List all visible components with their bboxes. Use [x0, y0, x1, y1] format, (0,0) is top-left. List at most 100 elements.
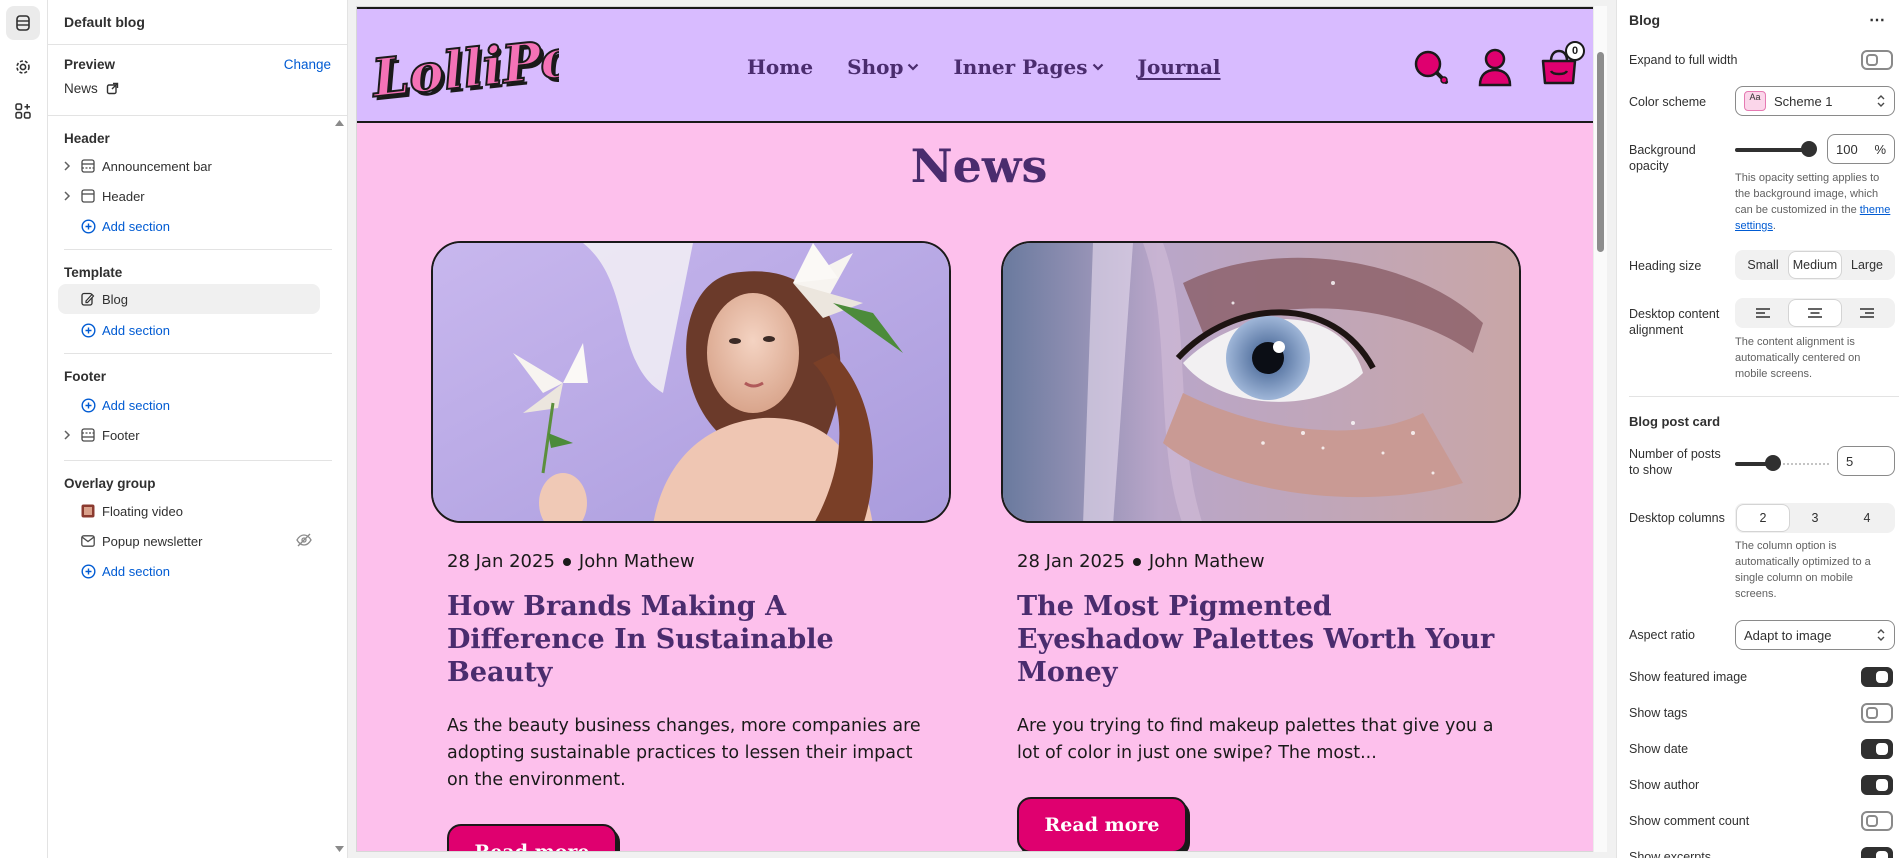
eye-hidden-icon[interactable]: [296, 533, 312, 550]
post-title[interactable]: The Most Pigmented Eyeshadow Palettes Wo…: [1017, 590, 1505, 689]
posts-count-value: 5: [1846, 453, 1854, 469]
nav-home[interactable]: Home: [747, 55, 813, 79]
blog-post-card-title: Blog post card: [1629, 414, 1721, 429]
sections-icon[interactable]: [6, 6, 40, 40]
group-footer-title: Footer: [64, 369, 106, 384]
video-thumbnail-icon: [80, 503, 96, 519]
add-circle-icon: [80, 322, 96, 338]
add-section-footer[interactable]: Add section: [58, 390, 320, 420]
scroll-down-icon[interactable]: [335, 846, 344, 852]
apps-icon[interactable]: [6, 94, 40, 128]
align-left-icon[interactable]: [1737, 300, 1789, 326]
scroll-up-icon[interactable]: [335, 120, 344, 126]
add-section-label: Add section: [102, 397, 170, 413]
chevron-right-icon[interactable]: [60, 159, 74, 173]
background-opacity-input[interactable]: 100 %: [1827, 134, 1895, 164]
toggle-label: Show date: [1629, 742, 1689, 756]
chevron-right-icon[interactable]: [60, 189, 74, 203]
show-featured-image-toggle[interactable]: [1861, 667, 1893, 687]
toggle-label: Show excerpts: [1629, 850, 1711, 858]
posts-count-slider[interactable]: [1735, 453, 1829, 473]
color-scheme-select[interactable]: Aa Scheme 1: [1735, 86, 1895, 116]
heading-size-small[interactable]: Small: [1737, 252, 1789, 278]
heading-size-medium[interactable]: Medium: [1789, 252, 1841, 278]
add-section-header[interactable]: Add section: [58, 211, 320, 241]
columns-3[interactable]: 3: [1789, 505, 1841, 531]
color-scheme-label: Color scheme: [1629, 95, 1707, 109]
heading-size-segmented: Small Medium Large: [1735, 250, 1895, 280]
group-overlay-title: Overlay group: [64, 476, 156, 491]
settings-panel: Blog ⋯ Expand to full width Color scheme…: [1616, 0, 1899, 858]
account-icon[interactable]: [1477, 47, 1513, 87]
cart-count-badge: 0: [1565, 41, 1585, 61]
chevron-down-icon: [908, 63, 919, 71]
search-icon[interactable]: [1411, 47, 1451, 87]
gear-icon[interactable]: [6, 50, 40, 84]
alignment-segmented: [1735, 298, 1895, 328]
external-link-icon[interactable]: [106, 82, 119, 95]
show-comment-count-toggle[interactable]: [1861, 811, 1893, 831]
align-right-icon[interactable]: [1841, 300, 1893, 326]
nav-label: Home: [747, 55, 814, 79]
section-announcement-bar[interactable]: Announcement bar: [58, 151, 320, 181]
add-section-overlay[interactable]: Add section: [58, 556, 320, 586]
show-excerpts-toggle[interactable]: [1861, 847, 1893, 858]
post-excerpt: As the beauty business changes, more com…: [447, 716, 921, 790]
nav-shop[interactable]: Shop: [847, 55, 919, 79]
columns-4[interactable]: 4: [1841, 505, 1893, 531]
slider-thumb[interactable]: [1765, 455, 1781, 471]
aspect-ratio-select[interactable]: Adapt to image: [1735, 620, 1895, 650]
background-opacity-label: Background opacity: [1629, 143, 1696, 173]
add-circle-icon: [80, 563, 96, 579]
group-header-title: Header: [64, 131, 110, 146]
nav-inner-pages[interactable]: Inner Pages: [953, 55, 1103, 79]
lollipop-logo[interactable]: LolliPop LolliPop: [366, 23, 617, 116]
more-options-icon[interactable]: ⋯: [1869, 10, 1885, 30]
section-label: Footer: [102, 427, 140, 443]
storefront-preview: LolliPop LolliPop Home Shop Inner Pages …: [356, 6, 1600, 852]
meta-separator-dot: [1132, 557, 1141, 566]
scrollbar-thumb[interactable]: [1597, 52, 1604, 252]
align-center-icon[interactable]: [1789, 300, 1841, 326]
posts-count-input[interactable]: 5: [1837, 446, 1895, 476]
chevron-down-icon: [1092, 63, 1103, 71]
heading-size-large[interactable]: Large: [1841, 252, 1893, 278]
preview-page[interactable]: News: [64, 81, 119, 96]
section-popup-newsletter[interactable]: Popup newsletter: [58, 526, 320, 556]
preview-scrollbar[interactable]: [1593, 6, 1607, 852]
toggle-label: Show author: [1629, 778, 1700, 792]
background-opacity-slider[interactable]: [1735, 139, 1817, 159]
preview-change-link[interactable]: Change: [284, 57, 331, 72]
section-floating-video[interactable]: Floating video: [58, 496, 320, 526]
post-meta: 28 Jan 2025 John Mathew: [447, 551, 951, 572]
read-more-button[interactable]: Read more: [447, 824, 617, 851]
show-date-toggle[interactable]: [1861, 739, 1893, 759]
nav-journal[interactable]: Journal: [1138, 55, 1221, 79]
slider-thumb[interactable]: [1801, 141, 1817, 157]
alignment-label: Desktop content alignment: [1629, 307, 1720, 337]
color-scheme-value: Scheme 1: [1774, 93, 1833, 109]
background-opacity-help: This opacity setting applies to the back…: [1735, 170, 1893, 234]
expand-full-width-toggle[interactable]: [1861, 50, 1893, 70]
lollipop-logo-mark: LolliPop LolliPop: [366, 23, 617, 114]
show-author-toggle[interactable]: [1861, 775, 1893, 795]
post-featured-image[interactable]: [1001, 241, 1521, 523]
post-featured-image[interactable]: [431, 241, 951, 523]
slider-track: [1735, 148, 1809, 152]
divider: [1629, 396, 1899, 397]
divider: [64, 460, 332, 461]
nav-label: Inner Pages: [953, 55, 1088, 79]
section-footer[interactable]: Footer: [58, 420, 320, 450]
columns-2[interactable]: 2: [1737, 505, 1789, 531]
chevron-right-icon[interactable]: [60, 428, 74, 442]
show-tags-toggle[interactable]: [1861, 703, 1893, 723]
post-author: John Mathew: [578, 551, 695, 572]
nav-label: Shop: [847, 55, 904, 79]
section-blog[interactable]: Blog: [58, 284, 320, 314]
section-label: Announcement bar: [102, 158, 212, 174]
add-section-template[interactable]: Add section: [58, 315, 320, 345]
cart-button[interactable]: 0: [1539, 41, 1585, 92]
read-more-button[interactable]: Read more: [1017, 797, 1187, 851]
section-header[interactable]: Header: [58, 181, 320, 211]
post-title[interactable]: How Brands Making A Difference In Sustai…: [447, 590, 935, 689]
